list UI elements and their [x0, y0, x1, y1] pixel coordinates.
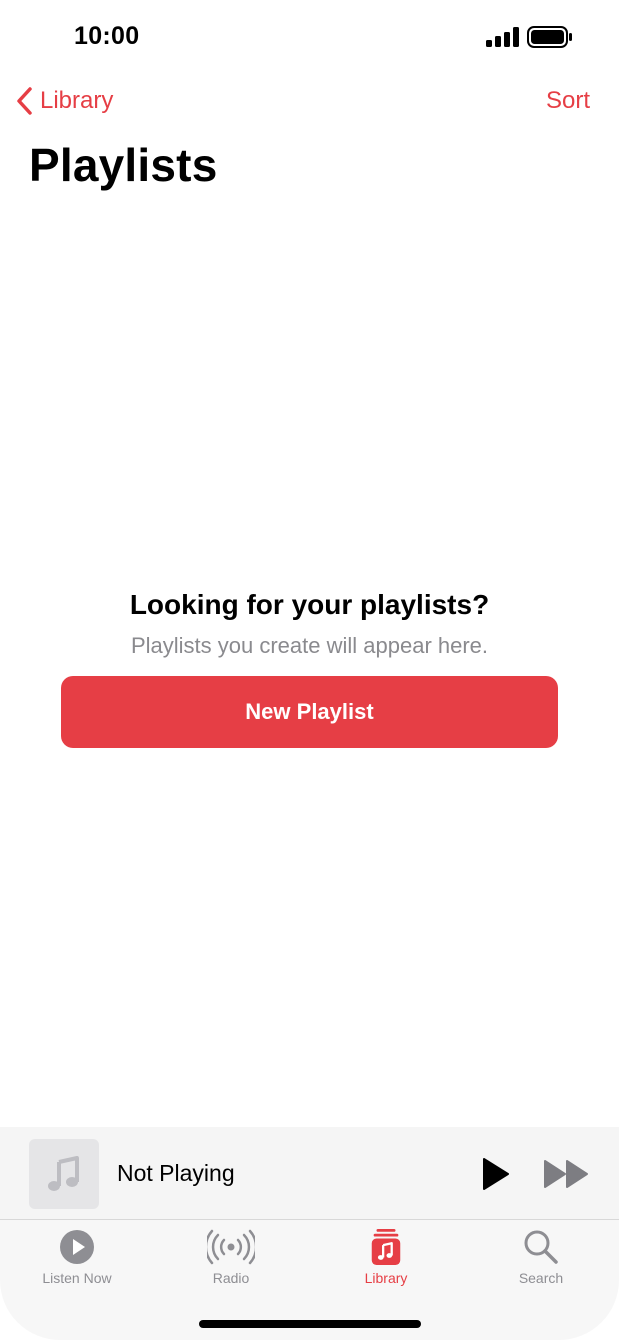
mini-player[interactable]: Not Playing	[0, 1127, 619, 1220]
sort-button[interactable]: Sort	[546, 84, 590, 118]
back-button[interactable]: Library	[16, 84, 113, 118]
play-circle-icon	[60, 1230, 94, 1264]
back-label: Library	[40, 87, 114, 114]
tab-listen-now[interactable]: Listen Now	[12, 1228, 142, 1290]
search-icon	[524, 1230, 558, 1264]
tab-label: Listen Now	[42, 1270, 112, 1286]
cellular-signal-icon	[486, 27, 519, 47]
empty-state: Looking for your playlists? Playlists yo…	[0, 585, 619, 661]
music-note-icon	[48, 1156, 79, 1191]
fast-forward-icon[interactable]	[543, 1159, 591, 1189]
tab-library[interactable]: Library	[321, 1228, 451, 1290]
mini-player-artwork	[29, 1139, 99, 1209]
status-time: 10:00	[74, 22, 140, 50]
library-music-icon	[371, 1228, 401, 1266]
radio-waves-icon	[207, 1229, 255, 1265]
tab-label: Search	[518, 1270, 564, 1286]
page-title: Playlists	[29, 139, 218, 191]
new-playlist-button[interactable]: New Playlist	[61, 676, 558, 748]
home-indicator[interactable]	[199, 1320, 421, 1328]
mini-player-title: Not Playing	[117, 1160, 235, 1186]
battery-icon	[527, 26, 572, 48]
status-bar: 10:00	[0, 0, 619, 76]
screen: 10:00 Library Sort Playlists Looking for…	[0, 0, 619, 1340]
play-icon[interactable]	[480, 1157, 512, 1191]
empty-state-title: Looking for your playlists?	[129, 589, 490, 620]
chevron-left-icon	[17, 87, 32, 115]
tab-search[interactable]: Search	[476, 1228, 606, 1290]
tab-label: Radio	[212, 1270, 250, 1286]
tab-label: Library	[364, 1270, 408, 1286]
empty-state-subtitle: Playlists you create will appear here.	[130, 633, 489, 658]
tab-radio[interactable]: Radio	[166, 1228, 296, 1290]
